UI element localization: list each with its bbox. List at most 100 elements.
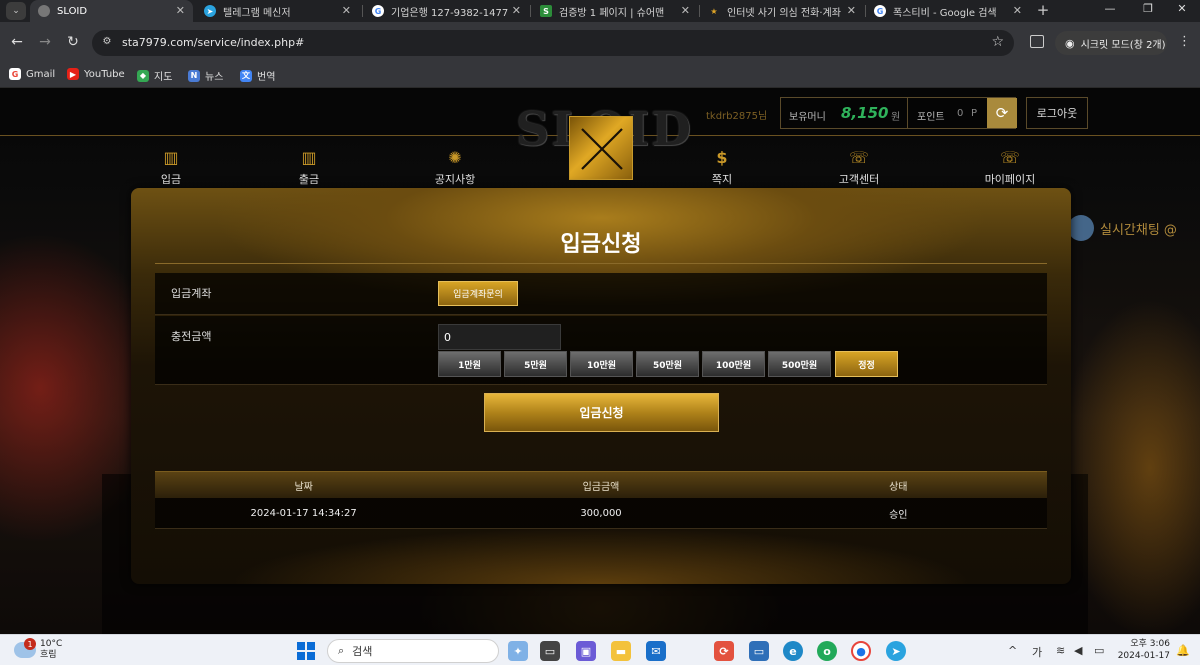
google-icon: G bbox=[372, 5, 384, 17]
close-tab-icon[interactable]: ✕ bbox=[342, 4, 351, 17]
mail-icon[interactable]: ✉ bbox=[646, 641, 666, 661]
taskbar-search[interactable]: ⌕ 검색 bbox=[327, 639, 499, 663]
police-icon: ★ bbox=[710, 6, 718, 16]
teams-icon[interactable]: ▣ bbox=[576, 641, 596, 661]
notification-badge: 1 bbox=[24, 638, 36, 650]
url-text[interactable]: sta7979.com/service/index.php# bbox=[122, 36, 304, 49]
close-tab-icon[interactable]: ✕ bbox=[176, 4, 185, 17]
windows-taskbar: 1 10°C 흐림 ⌕ 검색 ✦ ▭ ▣ ▬ ✉ ⟳ ▭ e o ● ➤ ^ 가… bbox=[0, 634, 1200, 665]
windows-start-icon[interactable] bbox=[296, 641, 316, 661]
browser-tab-telegram[interactable]: ➤ 텔레그램 메신저 ✕ bbox=[196, 0, 359, 22]
bookmark-youtube[interactable]: ▶ YouTube bbox=[67, 68, 125, 80]
site-settings-icon[interactable]: ⚙ bbox=[100, 36, 114, 50]
sync-app-icon[interactable]: ⟳ bbox=[714, 641, 734, 661]
restore-icon[interactable]: ❐ bbox=[1138, 2, 1158, 15]
chrome-icon[interactable]: ● bbox=[851, 641, 871, 661]
sureman-icon: S bbox=[540, 5, 552, 17]
forward-arrow-icon[interactable]: → bbox=[36, 34, 54, 50]
desktop-app-icon[interactable]: ▭ bbox=[749, 641, 769, 661]
bookmark-gmail[interactable]: G Gmail bbox=[9, 68, 55, 80]
search-icon: ⌕ bbox=[338, 644, 345, 657]
address-bar[interactable]: ⚙ sta7979.com/service/index.php# ☆ bbox=[92, 30, 1014, 56]
refresh-balance-icon[interactable]: ⟳ bbox=[987, 98, 1017, 128]
volume-icon[interactable]: ◀ bbox=[1074, 644, 1082, 657]
amount-500k-button[interactable]: 50만원 bbox=[636, 351, 699, 377]
nav-message[interactable]: $ 쪽지 bbox=[677, 148, 767, 187]
website-viewport: SLOID tkdrb2875님 보유머니 8,150 원 포인트 0 P ⟳ … bbox=[0, 88, 1200, 634]
amount-100k-button[interactable]: 10만원 bbox=[570, 351, 633, 377]
points-unit: P bbox=[971, 108, 978, 119]
nav-support[interactable]: ☏ 고객센터 bbox=[814, 148, 904, 187]
row-status: 승인 bbox=[889, 509, 908, 521]
nav-notice[interactable]: ✺ 공지사항 bbox=[410, 148, 500, 187]
close-tab-icon[interactable]: ✕ bbox=[512, 4, 521, 17]
window-close-icon[interactable]: ✕ bbox=[1172, 2, 1192, 15]
browser-tab-bank[interactable]: G 기업은행 127-9382-1477 ✕ bbox=[364, 0, 529, 22]
notice-icon: ✺ bbox=[448, 148, 462, 167]
copilot-icon[interactable]: ✦ bbox=[508, 641, 528, 661]
bookmark-maps[interactable]: ◆ 지도 bbox=[137, 68, 172, 83]
green-app-icon[interactable]: o bbox=[817, 641, 837, 661]
browser-tab-sloid[interactable]: SLOID ✕ bbox=[30, 0, 193, 22]
system-clock[interactable]: 오후 3:06 2024-01-17 bbox=[1114, 638, 1170, 662]
new-tab-plus-icon[interactable]: + bbox=[1034, 1, 1052, 19]
bookmark-news[interactable]: N 뉴스 bbox=[188, 68, 223, 83]
incognito-indicator[interactable]: ◉ 시크릿 모드(창 2개) bbox=[1055, 31, 1167, 55]
live-chat-link[interactable]: 실시간채팅 @ bbox=[1068, 208, 1177, 248]
page-title: 입금신청 bbox=[560, 232, 642, 257]
amount-50k-button[interactable]: 5만원 bbox=[504, 351, 567, 377]
amount-reset-button[interactable]: 정정 bbox=[835, 351, 898, 377]
bookmark-star-icon[interactable]: ☆ bbox=[991, 34, 1004, 50]
tray-chevron-icon[interactable]: ^ bbox=[1008, 644, 1017, 657]
column-header-date: 날짜 bbox=[294, 481, 313, 493]
nav-withdraw[interactable]: ▥ 출금 bbox=[264, 148, 354, 187]
account-row: 입금계좌 입금계좌문의 bbox=[155, 273, 1047, 315]
minimize-icon[interactable]: — bbox=[1100, 2, 1120, 15]
bookmarks-bar: G Gmail ▶ YouTube ◆ 지도 N 뉴스 文 번역 bbox=[0, 62, 1200, 88]
deposit-submit-button[interactable]: 입금신청 bbox=[484, 393, 719, 432]
ime-indicator[interactable]: 가 bbox=[1032, 644, 1042, 660]
close-tab-icon[interactable]: ✕ bbox=[1013, 4, 1022, 17]
edge-icon[interactable]: e bbox=[783, 641, 803, 661]
weather-desc: 흐림 bbox=[40, 650, 57, 660]
telegram-icon[interactable]: ➤ bbox=[886, 641, 906, 661]
amount-10k-button[interactable]: 1만원 bbox=[438, 351, 501, 377]
amount-5m-button[interactable]: 500만원 bbox=[768, 351, 831, 377]
cloud-icon: 1 bbox=[14, 638, 36, 658]
wifi-icon[interactable]: ≋ bbox=[1056, 644, 1065, 657]
nav-mypage[interactable]: ☏ 마이페이지 bbox=[965, 148, 1055, 187]
account-inquiry-button[interactable]: 입금계좌문의 bbox=[438, 281, 518, 306]
amount-input[interactable] bbox=[438, 324, 561, 350]
side-panel-icon[interactable] bbox=[1030, 35, 1044, 48]
close-tab-icon[interactable]: ✕ bbox=[847, 4, 856, 17]
amount-1m-button[interactable]: 100만원 bbox=[702, 351, 765, 377]
close-tab-icon[interactable]: ✕ bbox=[681, 4, 690, 17]
browser-toolbar: ← → ↻ ⚙ sta7979.com/service/index.php# ☆… bbox=[0, 22, 1200, 62]
notification-bell-icon[interactable]: 🔔 bbox=[1176, 644, 1190, 657]
logout-button[interactable]: 로그아웃 bbox=[1026, 97, 1088, 129]
weather-widget[interactable]: 1 10°C 흐림 bbox=[14, 638, 62, 661]
amount-label: 충전금액 bbox=[171, 330, 212, 343]
deposit-panel: 입금신청 입금계좌 입금계좌문의 충전금액 1만원 5만원 10만원 50만원 … bbox=[131, 188, 1071, 584]
back-arrow-icon[interactable]: ← bbox=[8, 34, 26, 50]
reload-icon[interactable]: ↻ bbox=[64, 34, 82, 50]
tab-search-icon[interactable]: ⌄ bbox=[6, 2, 26, 20]
chat-bubble-icon bbox=[1068, 215, 1094, 241]
browser-tab-sureman[interactable]: S 검증방 1 페이지 | 슈어맨 ✕ bbox=[532, 0, 698, 22]
browser-menu-icon[interactable]: ⋮ bbox=[1178, 34, 1191, 49]
nav-deposit[interactable]: ▥ 입금 bbox=[126, 148, 216, 187]
maps-icon: ◆ bbox=[137, 69, 149, 82]
balance-label: 보유머니 bbox=[789, 112, 826, 123]
battery-icon[interactable]: ▭ bbox=[1094, 644, 1104, 657]
file-explorer-icon[interactable]: ▬ bbox=[611, 641, 631, 661]
logo-close-icon[interactable] bbox=[569, 116, 633, 180]
youtube-icon: ▶ bbox=[67, 68, 79, 80]
browser-tab-police[interactable]: ★ 인터넷 사기 의심 전화·계좌 ✕ bbox=[700, 0, 864, 22]
task-view-icon[interactable]: ▭ bbox=[540, 641, 560, 661]
browser-tab-google-search[interactable]: G 폭스티비 - Google 검색 ✕ bbox=[866, 0, 1030, 22]
bookmark-translate[interactable]: 文 번역 bbox=[240, 68, 275, 83]
deposit-icon: ▥ bbox=[163, 148, 179, 167]
points-value: 0 bbox=[957, 108, 964, 119]
google-icon: G bbox=[874, 5, 886, 17]
translate-icon: 文 bbox=[240, 69, 252, 82]
